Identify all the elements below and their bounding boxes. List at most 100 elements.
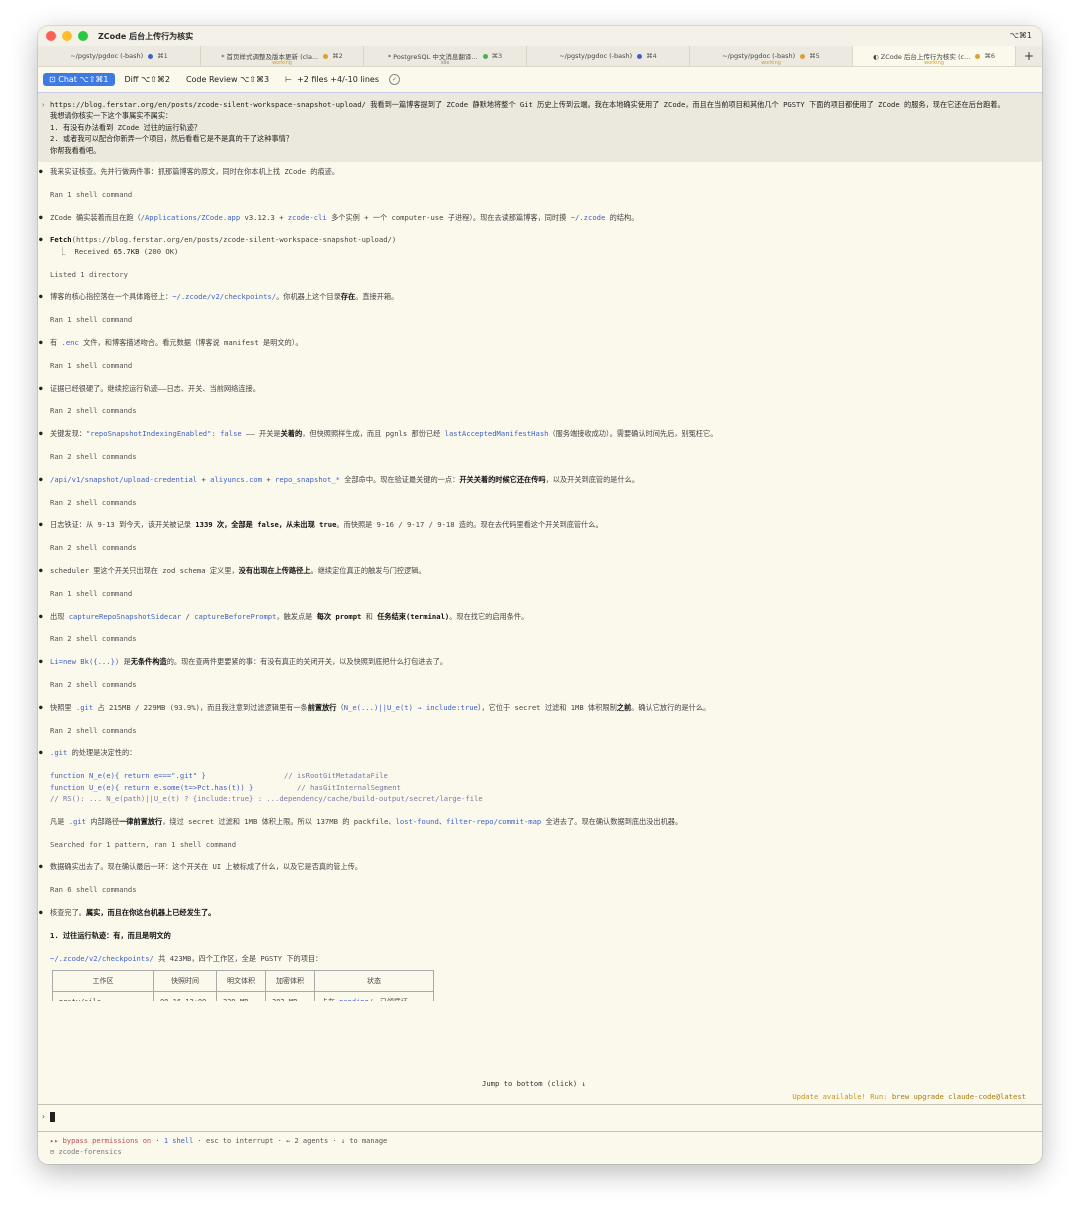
message-text: ZCode 确实装着而且在跑（: [50, 212, 141, 222]
jump-to-bottom-button[interactable]: Jump to bottom (click) ↓: [482, 1079, 586, 1088]
message-text: 多个实例 + 一个 computer-use 子进程）。现在去读那篇博客，同时摸: [326, 212, 571, 222]
tool-summary[interactable]: Ran 2 shell commands: [50, 542, 1032, 553]
message-text: ），它位于 secret 过滤和 1MB 体积限制: [477, 702, 617, 712]
subagent-label[interactable]: zcode-forensics: [58, 1148, 121, 1156]
tab-6[interactable]: ◐ ZCode 后台上传行为核实 (c... ⌘6 working: [853, 46, 1016, 66]
message-text: 有: [50, 338, 62, 348]
tab-label: ~/pgsty/pgdoc (-bash): [559, 52, 633, 60]
tool-summary[interactable]: Ran 6 shell commands: [50, 884, 1032, 895]
code-text: captureBeforePrompt: [194, 611, 277, 621]
table-header: 加密体积: [265, 969, 315, 992]
code-review-button[interactable]: Code Review ⌥⇧⌘3: [180, 73, 275, 86]
message-text: +: [197, 474, 211, 484]
tool-summary[interactable]: Searched for 1 pattern, ran 1 shell comm…: [50, 839, 1032, 850]
message-text: 全部命中。现在验证最关键的一点：: [339, 474, 460, 484]
tab-status-text: working: [272, 60, 292, 66]
update-command: brew upgrade claude-code@latest: [891, 1092, 1026, 1101]
assistant-message: 博客的核心指控落在一个具体路径上：~/.zcode/v2/checkpoints…: [39, 291, 1032, 303]
code-line: function U_e(e){ return e.some(t=>Pct.ha…: [50, 782, 1032, 793]
tool-summary[interactable]: Ran 1 shell command: [50, 314, 1032, 325]
separator: ·: [193, 1137, 206, 1145]
message-text: 数据确实出去了。现在确认最后一环：这个开关在 UI 上被标成了什么，以及它是否真…: [50, 862, 363, 872]
message-text: /: [181, 611, 195, 621]
code-text: Li=new Bk({...}): [50, 657, 120, 667]
emphasis-text: 无条件构造: [130, 657, 167, 667]
chat-view-button[interactable]: ⊡ Chat ⌥⇧⌘1: [43, 73, 115, 86]
message-text: 凡是: [50, 816, 69, 826]
message-text: 是: [119, 657, 131, 667]
code-line: // RS(): ... N_e(path)||U_e(t) ? {includ…: [50, 793, 483, 803]
assistant-message: 我来实证核查。先并行做两件事：抓那篇博客的原文，同时在你本机上找 ZCode 的…: [39, 166, 1032, 178]
diff-view-button[interactable]: Diff ⌥⇧⌘2: [119, 73, 176, 86]
code-text: .git: [68, 816, 87, 826]
tab-status-dot: [637, 53, 643, 59]
message-text: ，但快照照样生成，而且 pgnls 那份已经: [302, 429, 445, 439]
tab-1[interactable]: ~/pgsty/pgdoc (-bash) ⌘1: [38, 46, 201, 66]
tool-summary[interactable]: Ran 2 shell commands: [50, 679, 1032, 690]
tool-args: (https://blog.ferstar.org/en/posts/zcode…: [71, 235, 397, 245]
tab-bar: ~/pgsty/pgdoc (-bash) ⌘1 * 首页样式调整及版本更新 (…: [38, 46, 1042, 67]
tool-summary[interactable]: Listed 1 directory: [50, 269, 1032, 280]
fetch-tool-call[interactable]: Fetch(https://blog.ferstar.org/en/posts/…: [39, 234, 1032, 246]
check-status-icon[interactable]: ✓: [388, 74, 400, 85]
status-bar: ▸▸ bypass permissions on · 1 shell · esc…: [50, 1136, 387, 1158]
message-text: +: [262, 474, 276, 484]
tab-status-text: idle: [440, 60, 450, 66]
minimize-window-button[interactable]: [62, 31, 72, 41]
tool-summary[interactable]: Ran 2 shell commands: [50, 725, 1032, 736]
tool-summary[interactable]: Ran 2 shell commands: [50, 451, 1032, 462]
message-text: 全进去了。现在确认数据到底出没出机器。: [541, 816, 683, 826]
message-text: 证据已经很硬了。继续挖运行轨迹——日志、开关、当前网络连接。: [50, 383, 260, 393]
tool-summary[interactable]: Ran 1 shell command: [50, 189, 1032, 200]
tab-5[interactable]: ~/pgsty/pgdoc (-bash) ⌘5 working: [690, 46, 853, 66]
status-line: ▸▸ bypass permissions on · 1 shell · esc…: [50, 1136, 387, 1147]
code-text: repo_snapshot_*: [275, 474, 340, 484]
message-text: 。确认它放行的是什么。: [631, 702, 711, 712]
message-caret-icon: ›: [41, 100, 46, 109]
tab-2[interactable]: * 首页样式调整及版本更新 (cla... ⌘2 working: [201, 46, 364, 66]
tab-3[interactable]: * PostgreSQL 中文消息翻译... ⌘3 idle: [364, 46, 527, 66]
code-text: lastAcceptedManifestHash: [444, 429, 549, 439]
message-text: 文件，和博客描述吻合。看元数据（博客说 manifest 是明文的）。: [78, 338, 303, 348]
emphasis-text: 属实，而且在你这台机器上已经发生了。: [85, 907, 216, 917]
tool-summary[interactable]: Ran 2 shell commands: [50, 405, 1032, 416]
code-text: function N_e(e){ return e===".git" }: [50, 771, 206, 781]
assistant-message: 出现 captureRepoSnapshotSidecar / captureB…: [39, 611, 1032, 623]
code-text: captureRepoSnapshotSidecar: [68, 611, 182, 621]
tool-summary[interactable]: Ran 2 shell commands: [50, 497, 1032, 508]
section-heading: 1. 过往运行轨迹：有，而且是明文的: [50, 930, 171, 940]
message-text: 内部路径: [86, 816, 120, 826]
fetch-result: ⎿ Received 65.7KB (200 OK): [50, 246, 1032, 257]
subagent-line: ⊟ zcode-forensics: [50, 1147, 387, 1158]
table-header: 明文体积: [216, 969, 266, 992]
message-text: 、: [438, 816, 447, 826]
tool-summary[interactable]: Ran 2 shell commands: [50, 633, 1032, 644]
table-cell: pgsty/silo: [52, 990, 154, 1002]
assistant-message: 核查完了。属实，而且在你这台机器上已经发生了。: [39, 907, 1032, 919]
tab-4[interactable]: ~/pgsty/pgdoc (-bash) ⌘4: [527, 46, 690, 66]
prompt-input[interactable]: ›: [38, 1104, 1042, 1132]
user-message-line: https://blog.ferstar.org/en/posts/zcode-…: [50, 100, 1005, 109]
branch-icon: ⊢: [285, 75, 293, 84]
message-text: 的处理是决定性的：: [67, 748, 137, 758]
new-tab-button[interactable]: +: [1016, 46, 1042, 66]
close-window-button[interactable]: [46, 31, 56, 41]
tool-summary[interactable]: Ran 1 shell command: [50, 360, 1032, 371]
message-text: （: [336, 702, 344, 712]
tool-summary[interactable]: Ran 1 shell command: [50, 588, 1032, 599]
assistant-message: /api/v1/snapshot/upload-credential + ali…: [39, 474, 1032, 486]
code-comment: // hasGitInternalSegment: [297, 782, 401, 792]
emphasis-text: 任务结束(terminal): [377, 611, 450, 621]
code-text: function U_e(e){ return e.some(t=>Pct.ha…: [50, 782, 254, 792]
changed-files-summary[interactable]: ⊢ +2 files +4/-10 lines: [285, 75, 379, 84]
tab-shortcut: ⌘2: [332, 52, 343, 60]
path-text: /Applications/ZCode.app: [140, 212, 241, 222]
app-window: ZCode 后台上传行为核实 ⌥⌘1 ~/pgsty/pgdoc (-bash)…: [38, 26, 1042, 1164]
shell-count[interactable]: 1 shell: [164, 1137, 194, 1145]
bypass-permissions-toggle[interactable]: ▸▸ bypass permissions on: [50, 1137, 151, 1145]
tab-status-dot: [975, 53, 981, 59]
agents-count[interactable]: ← 2 agents: [286, 1137, 328, 1145]
zoom-window-button[interactable]: [78, 31, 88, 41]
message-text: 。继续定位真正的触发与门控逻辑。: [310, 565, 426, 575]
emphasis-text: 前置放行: [307, 702, 337, 712]
